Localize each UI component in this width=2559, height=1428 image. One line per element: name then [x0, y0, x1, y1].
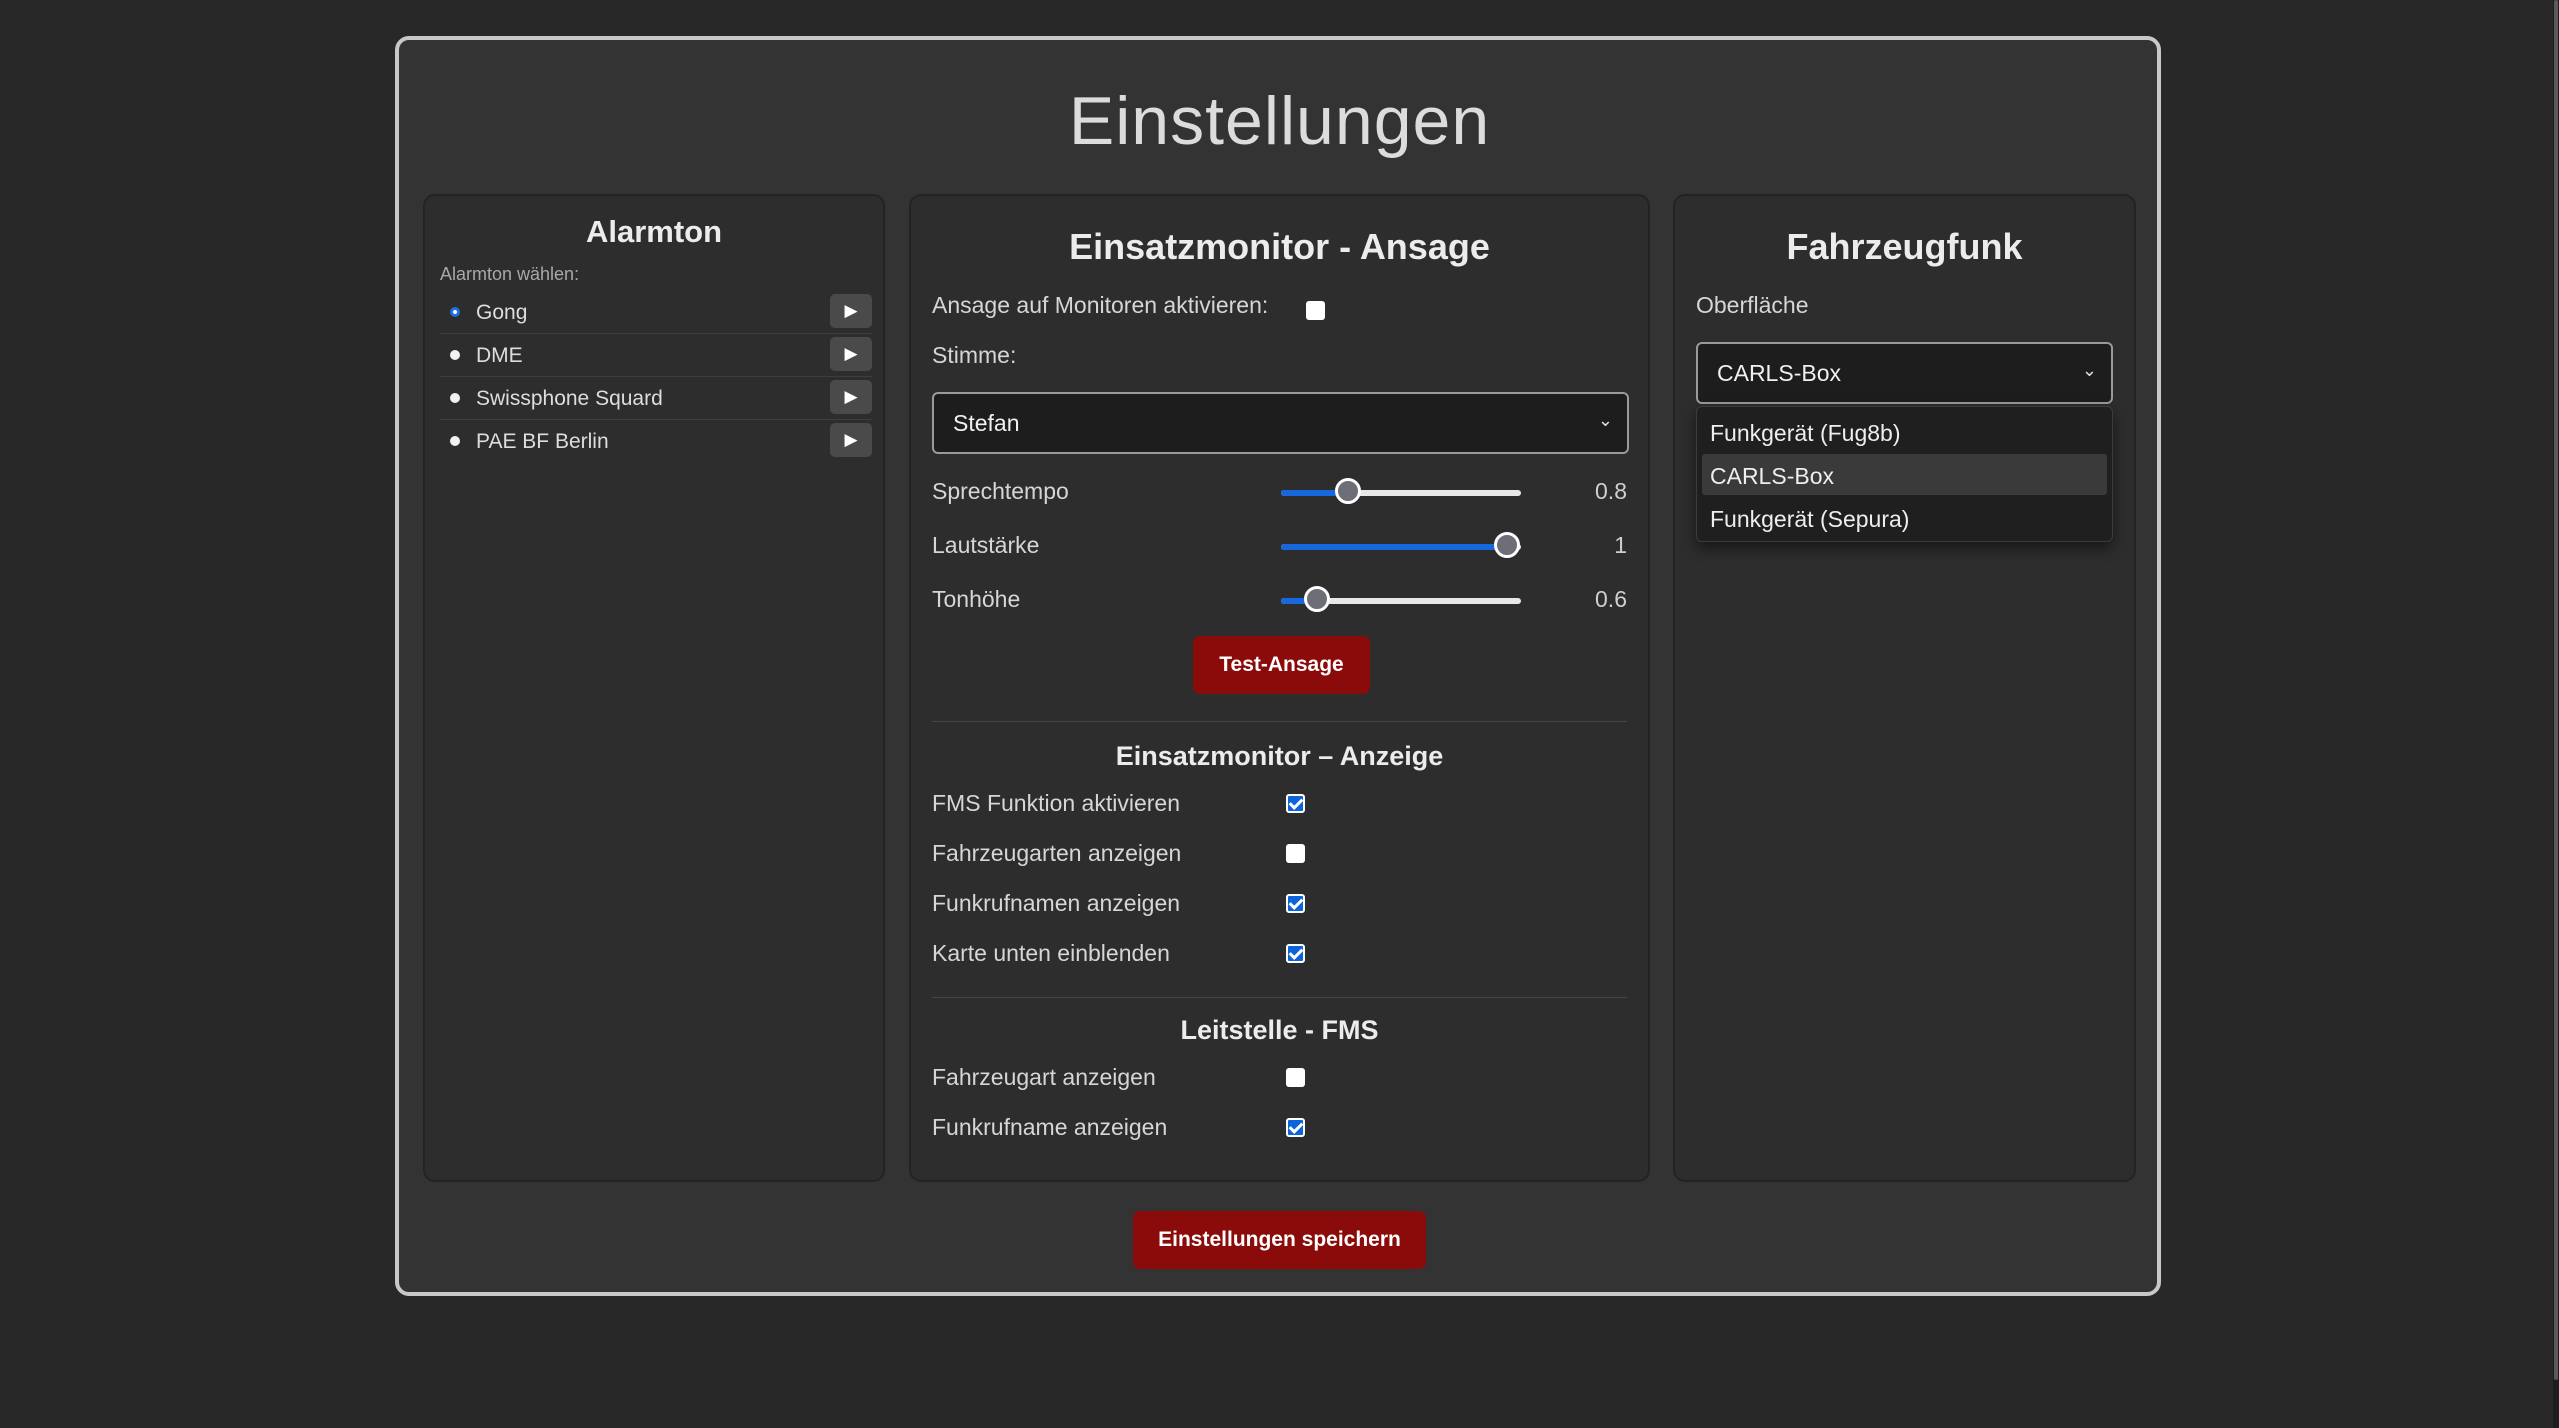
slider-value: 0.8	[1595, 478, 1627, 504]
option-label: Karte unten einblenden	[932, 940, 1170, 966]
play-button-gong[interactable]: ▶	[830, 294, 872, 328]
surface-select-value: CARLS-Box	[1717, 360, 1841, 386]
tonhoehe-slider[interactable]	[1281, 586, 1521, 612]
slider-label: Tonhöhe	[932, 586, 1021, 612]
lautstaerke-slider[interactable]	[1281, 532, 1521, 558]
slider-value: 1	[1614, 532, 1627, 558]
chevron-down-icon: ⌄	[1597, 410, 1613, 430]
dropdown-option-carls-box[interactable]: CARLS-Box	[1702, 454, 2107, 495]
alarmton-title: Alarmton	[585, 214, 723, 249]
play-button-dme[interactable]: ▶	[830, 337, 872, 371]
alarmton-panel: Alarmton Alarmton wählen: Gong ▶ DME ▶ S…	[423, 194, 885, 1182]
alarmton-subtitle: Alarmton wählen:	[440, 264, 580, 284]
slider-label: Sprechtempo	[932, 478, 1069, 504]
voice-select-value: Stefan	[953, 410, 1020, 436]
fahrzeugart-checkbox[interactable]	[1286, 1068, 1305, 1087]
slider-knob[interactable]	[1493, 532, 1520, 558]
play-button-swissphone[interactable]: ▶	[830, 380, 872, 414]
slider-knob[interactable]	[1335, 478, 1362, 504]
fms-funktion-checkbox[interactable]	[1286, 794, 1305, 813]
alarm-radio-pae[interactable]	[450, 436, 460, 446]
alarm-label: PAE BF Berlin	[476, 430, 609, 453]
surface-select[interactable]: CARLS-Box ⌄	[1696, 342, 2113, 404]
alarm-radio-swissphone[interactable]	[450, 393, 460, 403]
option-label: Fahrzeugart anzeigen	[932, 1064, 1156, 1090]
alarm-radio-dme[interactable]	[450, 350, 460, 360]
voice-select[interactable]: Stefan ⌄	[932, 392, 1629, 454]
option-label: CARLS-Box	[1710, 463, 1834, 489]
funkrufnamen-checkbox[interactable]	[1286, 894, 1305, 913]
slider-label: Lautstärke	[932, 532, 1040, 558]
leitstelle-title: Leitstelle - FMS	[1180, 1015, 1379, 1045]
page-scrollbar[interactable]	[2553, 0, 2559, 1428]
dropdown-option-sepura[interactable]: Funkgerät (Sepura)	[1702, 497, 2107, 538]
option-label: Funkrufname anzeigen	[932, 1114, 1168, 1140]
option-label: Fahrzeugarten anzeigen	[932, 840, 1182, 866]
save-settings-button[interactable]: Einstellungen speichern	[1133, 1211, 1426, 1269]
option-label: FMS Funktion aktivieren	[932, 790, 1180, 816]
alarm-item-gong[interactable]: Gong ▶	[440, 291, 872, 334]
slider-value: 0.6	[1595, 586, 1627, 612]
option-label: Funkrufnamen anzeigen	[932, 890, 1181, 916]
page-scrollbar-thumb[interactable]	[2554, 0, 2558, 1380]
test-ansage-button[interactable]: Test-Ansage	[1193, 636, 1370, 694]
ansage-activate-label: Ansage auf Monitoren aktivieren:	[932, 292, 1269, 318]
fahrzeugfunk-title: Fahrzeugfunk	[1786, 226, 2023, 267]
karte-checkbox[interactable]	[1286, 944, 1305, 963]
ansage-activate-checkbox[interactable]	[1306, 301, 1325, 320]
chevron-down-icon: ⌄	[2081, 360, 2097, 380]
alarm-item-pae[interactable]: PAE BF Berlin ▶	[440, 420, 872, 463]
alarm-radio-gong[interactable]	[450, 307, 460, 317]
dropdown-option-fug8b[interactable]: Funkgerät (Fug8b)	[1702, 411, 2107, 452]
fahrzeugfunk-panel: Fahrzeugfunk Oberfläche CARLS-Box ⌄ Funk…	[1673, 194, 2136, 1182]
einsatzmonitor-panel: Einsatzmonitor - Ansage Ansage auf Monit…	[909, 194, 1650, 1182]
slider-fill	[1281, 544, 1507, 550]
alarm-label: Gong	[476, 301, 528, 324]
funkrufname-checkbox[interactable]	[1286, 1118, 1305, 1137]
ansage-title: Einsatzmonitor - Ansage	[1069, 226, 1490, 267]
slider-knob[interactable]	[1304, 586, 1330, 612]
sprechtempo-slider[interactable]	[1281, 478, 1521, 504]
alarm-label: DME	[476, 344, 523, 367]
option-label: Funkgerät (Fug8b)	[1710, 420, 1901, 446]
surface-dropdown-list: Funkgerät (Fug8b) CARLS-Box Funkgerät (S…	[1696, 406, 2113, 542]
alarm-label: Swissphone Squard	[476, 387, 663, 410]
alarm-item-swissphone[interactable]: Swissphone Squard ▶	[440, 377, 872, 420]
fahrzeugarten-checkbox[interactable]	[1286, 844, 1305, 863]
play-button-pae[interactable]: ▶	[830, 423, 872, 457]
option-label: Funkgerät (Sepura)	[1710, 506, 1910, 532]
anzeige-title: Einsatzmonitor – Anzeige	[1115, 741, 1444, 771]
page-title: Einstellungen	[1068, 83, 1491, 159]
divider	[932, 997, 1627, 998]
alarmton-list: Gong ▶ DME ▶ Swissphone Squard ▶ PAE BF …	[440, 291, 872, 463]
voice-label: Stimme:	[932, 342, 1017, 368]
alarm-item-dme[interactable]: DME ▶	[440, 334, 872, 377]
surface-label: Oberfläche	[1696, 292, 1809, 318]
divider	[932, 721, 1627, 722]
